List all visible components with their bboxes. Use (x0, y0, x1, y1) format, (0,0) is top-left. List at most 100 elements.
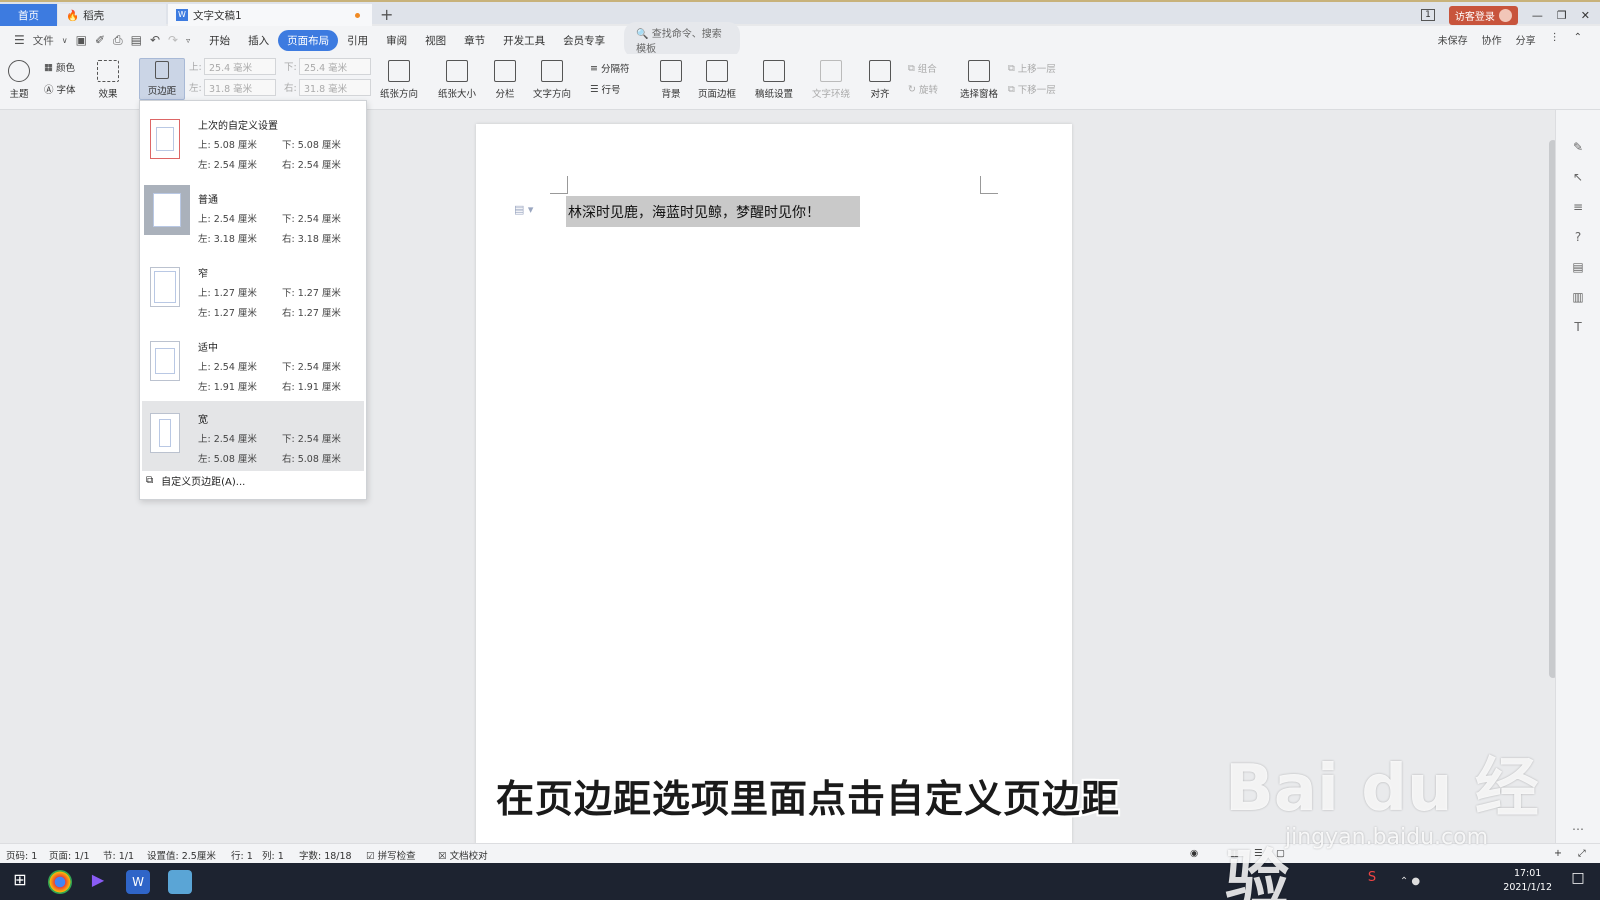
font-button[interactable]: Ⓐ 字体 (44, 82, 76, 96)
wps-writer-icon[interactable]: W (126, 870, 150, 894)
background-button[interactable]: 背景 (660, 60, 682, 100)
menu-references[interactable]: 引用 (338, 33, 377, 48)
eye-icon[interactable]: ◉ (1190, 848, 1198, 859)
menu-view[interactable]: 视图 (416, 33, 455, 48)
align-button[interactable]: 对齐 (869, 60, 891, 100)
text-icon[interactable]: T (1571, 320, 1585, 334)
custom-margin-item[interactable]: ⧉ 自定义页边距(A)... (146, 473, 245, 488)
bottom-margin-input[interactable]: 25.4 毫米 (299, 58, 371, 75)
help-icon[interactable]: ? (1571, 230, 1585, 244)
page-count-icon[interactable]: 1 (1421, 9, 1435, 21)
option-left: 左: 5.08 厘米 (198, 454, 257, 465)
margin-option-last-custom[interactable]: 上次的自定义设置 上: 5.08 厘米 下: 5.08 厘米 左: 2.54 厘… (142, 107, 364, 177)
settings-icon[interactable]: ≡ (1571, 200, 1585, 214)
orientation-button[interactable]: 纸张方向 (380, 60, 418, 100)
new-tab-button[interactable]: + (380, 5, 393, 24)
proofread-icon: ☒ (438, 851, 447, 862)
theme-button[interactable]: 主题 (8, 60, 30, 100)
proofread-label: 文档校对 (449, 851, 488, 862)
notepad-icon[interactable] (168, 870, 192, 894)
line-number-button[interactable]: ☰ 行号 (590, 82, 621, 97)
spell-check-label: 拼写检查 (377, 851, 416, 862)
chrome-icon[interactable] (48, 870, 72, 894)
margin-option-normal[interactable]: 普通 上: 2.54 厘米 下: 2.54 厘米 左: 3.18 厘米 右: 3… (142, 181, 364, 251)
margin-thumb-icon (150, 119, 180, 159)
spell-check-button[interactable]: ☑ 拼写检查 (366, 848, 416, 862)
menu-member[interactable]: 会员专享 (554, 33, 614, 48)
option-right: 右: 1.91 厘米 (282, 382, 341, 393)
menu-developer[interactable]: 开发工具 (494, 33, 554, 48)
document-page[interactable] (476, 124, 1072, 844)
theme-label: 主题 (9, 89, 29, 100)
more-icon[interactable]: ⋮ (1550, 32, 1560, 47)
command-search[interactable]: 🔍 查找命令、搜索模板 (624, 22, 741, 58)
font-icon: Ⓐ (44, 85, 54, 96)
doc-check-icon[interactable]: ▥ (1571, 290, 1585, 304)
margin-option-moderate[interactable]: 适中 上: 2.54 厘米 下: 2.54 厘米 左: 1.91 厘米 右: 1… (142, 329, 364, 399)
effect-button[interactable]: 效果 (97, 60, 119, 100)
tab-daoke[interactable]: 🔥 稻壳 (58, 4, 166, 26)
edit-icon[interactable]: ✎ (1571, 140, 1585, 154)
minimize-icon[interactable]: — (1532, 9, 1543, 22)
selection-pane-button[interactable]: 选择窗格 (960, 60, 998, 100)
tab-home[interactable]: 首页 (0, 4, 57, 26)
selected-text[interactable]: 林深时见鹿，海蓝时见鲸，梦醒时见你！ (566, 196, 860, 227)
hamburger-icon[interactable]: ☰ (14, 33, 25, 47)
menu-start[interactable]: 开始 (200, 33, 239, 48)
margin-option-narrow[interactable]: 窄 上: 1.27 厘米 下: 1.27 厘米 左: 1.27 厘米 右: 1.… (142, 255, 364, 325)
rotate-button[interactable]: ↻ 旋转 (908, 82, 938, 97)
print-preview-icon[interactable]: ▤ (131, 33, 142, 47)
menu-review[interactable]: 审阅 (377, 33, 416, 48)
cursor-icon[interactable]: ↖ (1571, 170, 1585, 184)
paper-grid-icon (763, 60, 785, 82)
customize-icon[interactable]: ▿ (186, 36, 190, 45)
top-margin-input[interactable]: 25.4 毫米 (204, 58, 276, 75)
windows-start-icon[interactable]: ⊞ (8, 870, 32, 894)
text-wrap-button[interactable]: 文字环绕 (812, 60, 850, 100)
margin-option-wide[interactable]: 宽 上: 2.54 厘米 下: 2.54 厘米 左: 5.08 厘米 右: 5.… (142, 401, 364, 471)
menu-insert[interactable]: 插入 (239, 33, 278, 48)
margin-button[interactable]: 页边距 (139, 58, 185, 100)
bring-forward-button[interactable]: ⧉ 上移一层 (1008, 61, 1056, 76)
window-controls: 1 访客登录 — ❐ ✕ (1421, 4, 1600, 26)
unsaved-button[interactable]: 未保存 (1438, 32, 1468, 47)
left-margin-input[interactable]: 31.8 毫米 (204, 79, 276, 96)
columns-icon (494, 60, 516, 82)
right-margin-input[interactable]: 31.8 毫米 (299, 79, 371, 96)
group-button[interactable]: ⧉ 组合 (908, 61, 937, 76)
chevron-down-icon[interactable]: ∨ (62, 36, 68, 45)
save-icon[interactable]: ▣ (76, 33, 87, 47)
share-button[interactable]: 分享 (1516, 32, 1536, 47)
separator-button[interactable]: ≡ 分隔符 (590, 61, 629, 76)
bring-forward-icon: ⧉ (1008, 62, 1015, 74)
collapse-ribbon-icon[interactable]: ⌃ (1574, 32, 1582, 47)
tab-document[interactable]: W 文字文稿1 (168, 4, 372, 26)
margin-dropdown: 上次的自定义设置 上: 5.08 厘米 下: 5.08 厘米 左: 2.54 厘… (139, 100, 367, 500)
menu-page-layout[interactable]: 页面布局 (278, 29, 339, 51)
text-wrap-label: 文字环绕 (812, 89, 851, 100)
send-backward-button[interactable]: ⧉ 下移一层 (1008, 82, 1056, 97)
close-icon[interactable]: ✕ (1581, 9, 1590, 22)
page-border-button[interactable]: 页面边框 (698, 60, 736, 100)
columns-button[interactable]: 分栏 (494, 60, 516, 100)
paper-setup-button[interactable]: 稿纸设置 (755, 60, 793, 100)
paper-size-button[interactable]: 纸张大小 (438, 60, 476, 100)
proofread-button[interactable]: ☒ 文档校对 (438, 848, 488, 862)
status-page-no: 页码: 1 (6, 851, 38, 862)
redo-icon[interactable]: ↷ (168, 33, 178, 47)
color-button[interactable]: ▦ 颜色 (44, 60, 75, 75)
paragraph-handle-icon[interactable]: ▤ ▾ (514, 203, 533, 216)
restore-icon[interactable]: ❐ (1557, 9, 1567, 22)
menu-chapter[interactable]: 章节 (455, 33, 494, 48)
collaborate-button[interactable]: 协作 (1482, 32, 1502, 47)
media-player-icon[interactable]: ▶ (86, 870, 110, 894)
format-painter-icon[interactable]: ✐ (95, 33, 105, 47)
status-words[interactable]: 字数: 18/18 (299, 848, 352, 862)
file-menu[interactable]: 文件 (33, 33, 54, 48)
login-button[interactable]: 访客登录 (1448, 5, 1518, 25)
text-direction-button[interactable]: 文字方向 (533, 60, 571, 100)
status-pages: 页面: 1/1 (49, 851, 90, 862)
print-icon[interactable]: ⎙ (113, 33, 123, 48)
doc-settings-icon[interactable]: ▤ (1571, 260, 1585, 274)
undo-icon[interactable]: ↶ (150, 33, 160, 47)
